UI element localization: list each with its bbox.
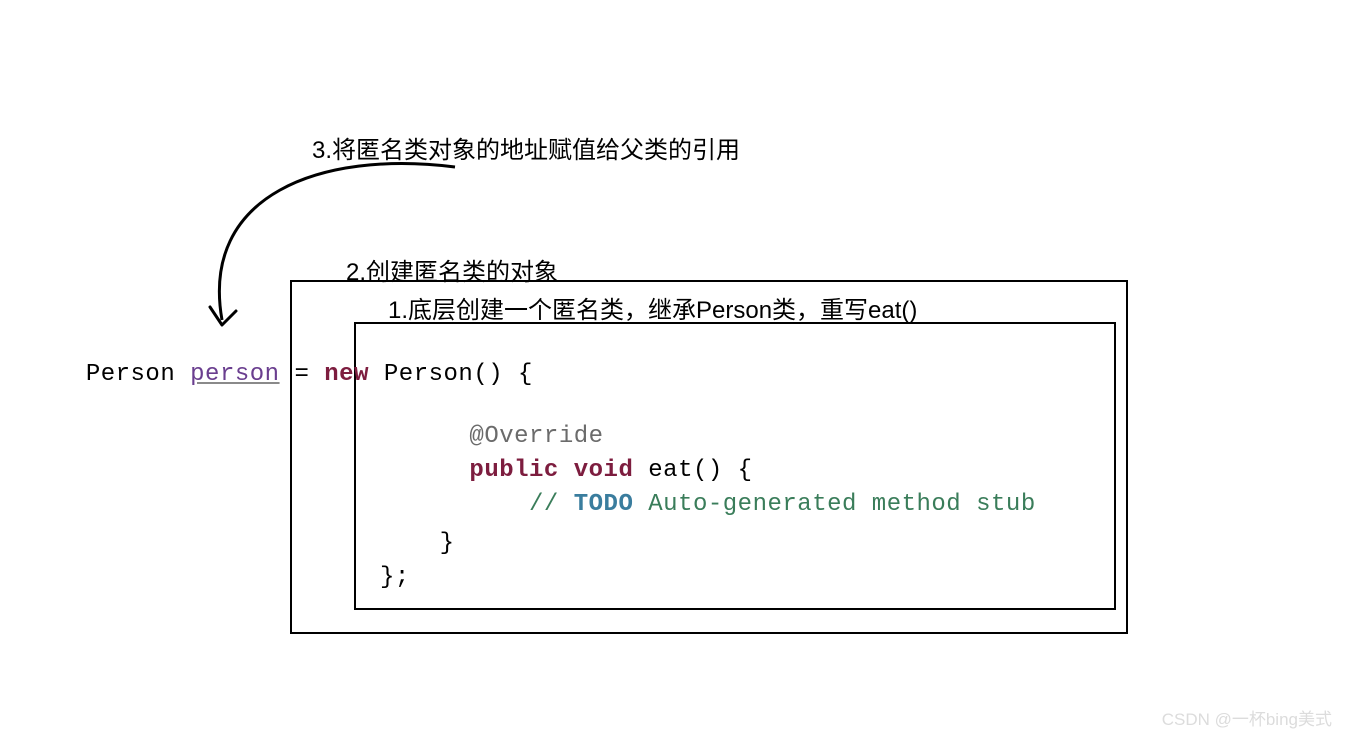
type-person: Person — [86, 361, 190, 388]
code-close-method: } — [380, 530, 455, 557]
code-declaration: Person person = new Person() { — [56, 334, 533, 388]
var-person: person — [190, 361, 279, 388]
ctor-call: Person() { — [369, 361, 533, 388]
comment-todo: TODO — [574, 491, 634, 518]
assign-op: = — [280, 361, 325, 388]
watermark: CSDN @一杯bing美式 — [1162, 705, 1332, 730]
comment-rest: Auto-generated method stub — [633, 491, 1035, 518]
comment-slashes: // — [410, 491, 574, 518]
code-close-anon: }; — [380, 564, 410, 591]
code-comment: // TODO Auto-generated method stub — [380, 464, 1036, 518]
keyword-new: new — [324, 361, 369, 388]
